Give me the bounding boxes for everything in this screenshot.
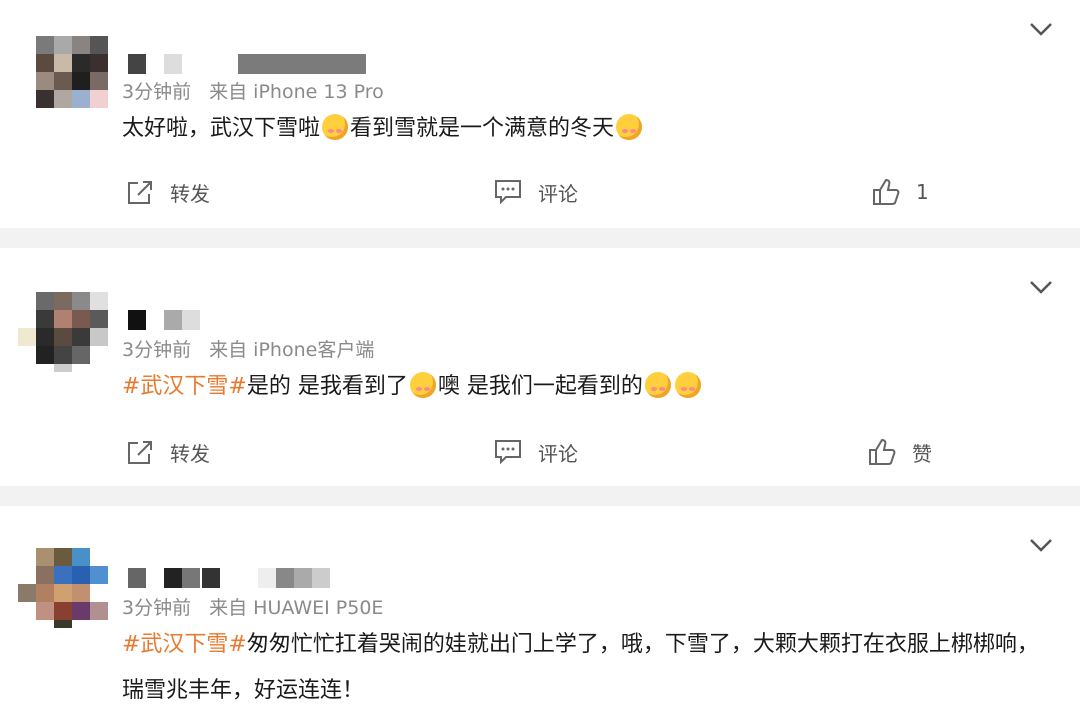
love-emoji-icon bbox=[644, 372, 671, 398]
comment-button[interactable]: 评论 bbox=[494, 172, 578, 212]
avatar[interactable] bbox=[18, 36, 110, 116]
post-content: #武汉下雪#匆匆忙忙扛着哭闹的娃就出门上学了，哦，下雪了，大颗大颗打在衣服上梆梆… bbox=[122, 632, 1039, 703]
username-redacted[interactable] bbox=[128, 310, 208, 330]
like-button[interactable]: 1 bbox=[872, 172, 929, 212]
divider bbox=[0, 486, 1080, 506]
post-meta: 3分钟前 来自 HUAWEI P50E bbox=[122, 596, 395, 620]
weibo-comment-2: 3分钟前 来自 iPhone客户端 #武汉下雪#是的 是我看到了噢 是我们一起看… bbox=[0, 248, 1080, 486]
action-bar: 转发 评论 赞 bbox=[0, 432, 1080, 472]
love-emoji-icon bbox=[409, 372, 436, 398]
avatar[interactable] bbox=[18, 548, 110, 628]
post-content: 太好啦，武汉下雪啦 看到雪就是一个满意的冬天 bbox=[122, 106, 1046, 152]
repost-icon bbox=[128, 181, 152, 204]
avatar[interactable] bbox=[18, 292, 110, 372]
love-emoji-icon bbox=[616, 114, 643, 140]
post-source: 来自 iPhone 13 Pro bbox=[209, 81, 384, 103]
username-redacted[interactable] bbox=[128, 568, 338, 588]
action-bar: 转发 评论 1 bbox=[0, 172, 1080, 212]
post-time: 3分钟前 bbox=[122, 81, 192, 103]
chevron-down-icon[interactable] bbox=[1028, 278, 1054, 296]
hashtag-link[interactable]: #武汉下雪# bbox=[122, 632, 247, 657]
chevron-down-icon[interactable] bbox=[1028, 20, 1054, 38]
post-meta: 3分钟前 来自 iPhone客户端 bbox=[122, 338, 386, 362]
comment-icon bbox=[495, 180, 521, 205]
like-label: 赞 bbox=[912, 441, 932, 466]
post-meta: 3分钟前 来自 iPhone 13 Pro bbox=[122, 80, 396, 104]
comment-icon bbox=[495, 440, 521, 465]
repost-button[interactable]: 转发 bbox=[126, 172, 210, 212]
comment-button[interactable]: 评论 bbox=[494, 432, 578, 472]
post-time: 3分钟前 bbox=[122, 339, 192, 361]
divider bbox=[0, 228, 1080, 248]
like-button[interactable]: 赞 bbox=[868, 432, 932, 472]
repost-icon bbox=[128, 441, 152, 464]
thumbs-up-icon bbox=[873, 178, 900, 205]
repost-button[interactable]: 转发 bbox=[126, 432, 210, 472]
love-emoji-icon bbox=[674, 372, 701, 398]
username-redacted[interactable] bbox=[128, 54, 368, 74]
weibo-comment-3: 3分钟前 来自 HUAWEI P50E #武汉下雪#匆匆忙忙扛着哭闹的娃就出门上… bbox=[0, 506, 1080, 726]
post-time: 3分钟前 bbox=[122, 597, 192, 619]
post-source: 来自 HUAWEI P50E bbox=[209, 597, 384, 619]
chevron-down-icon[interactable] bbox=[1028, 536, 1054, 554]
grin-emoji-icon bbox=[322, 114, 349, 140]
weibo-comment-1: 3分钟前 来自 iPhone 13 Pro 太好啦，武汉下雪啦 看到雪就是一个满意… bbox=[0, 0, 1080, 228]
thumbs-up-icon bbox=[869, 438, 896, 465]
post-source: 来自 iPhone客户端 bbox=[209, 339, 375, 361]
post-content: #武汉下雪#是的 是我看到了噢 是我们一起看到的 bbox=[122, 364, 1046, 410]
hashtag-link[interactable]: #武汉下雪# bbox=[122, 374, 247, 399]
like-count: 1 bbox=[916, 180, 929, 204]
